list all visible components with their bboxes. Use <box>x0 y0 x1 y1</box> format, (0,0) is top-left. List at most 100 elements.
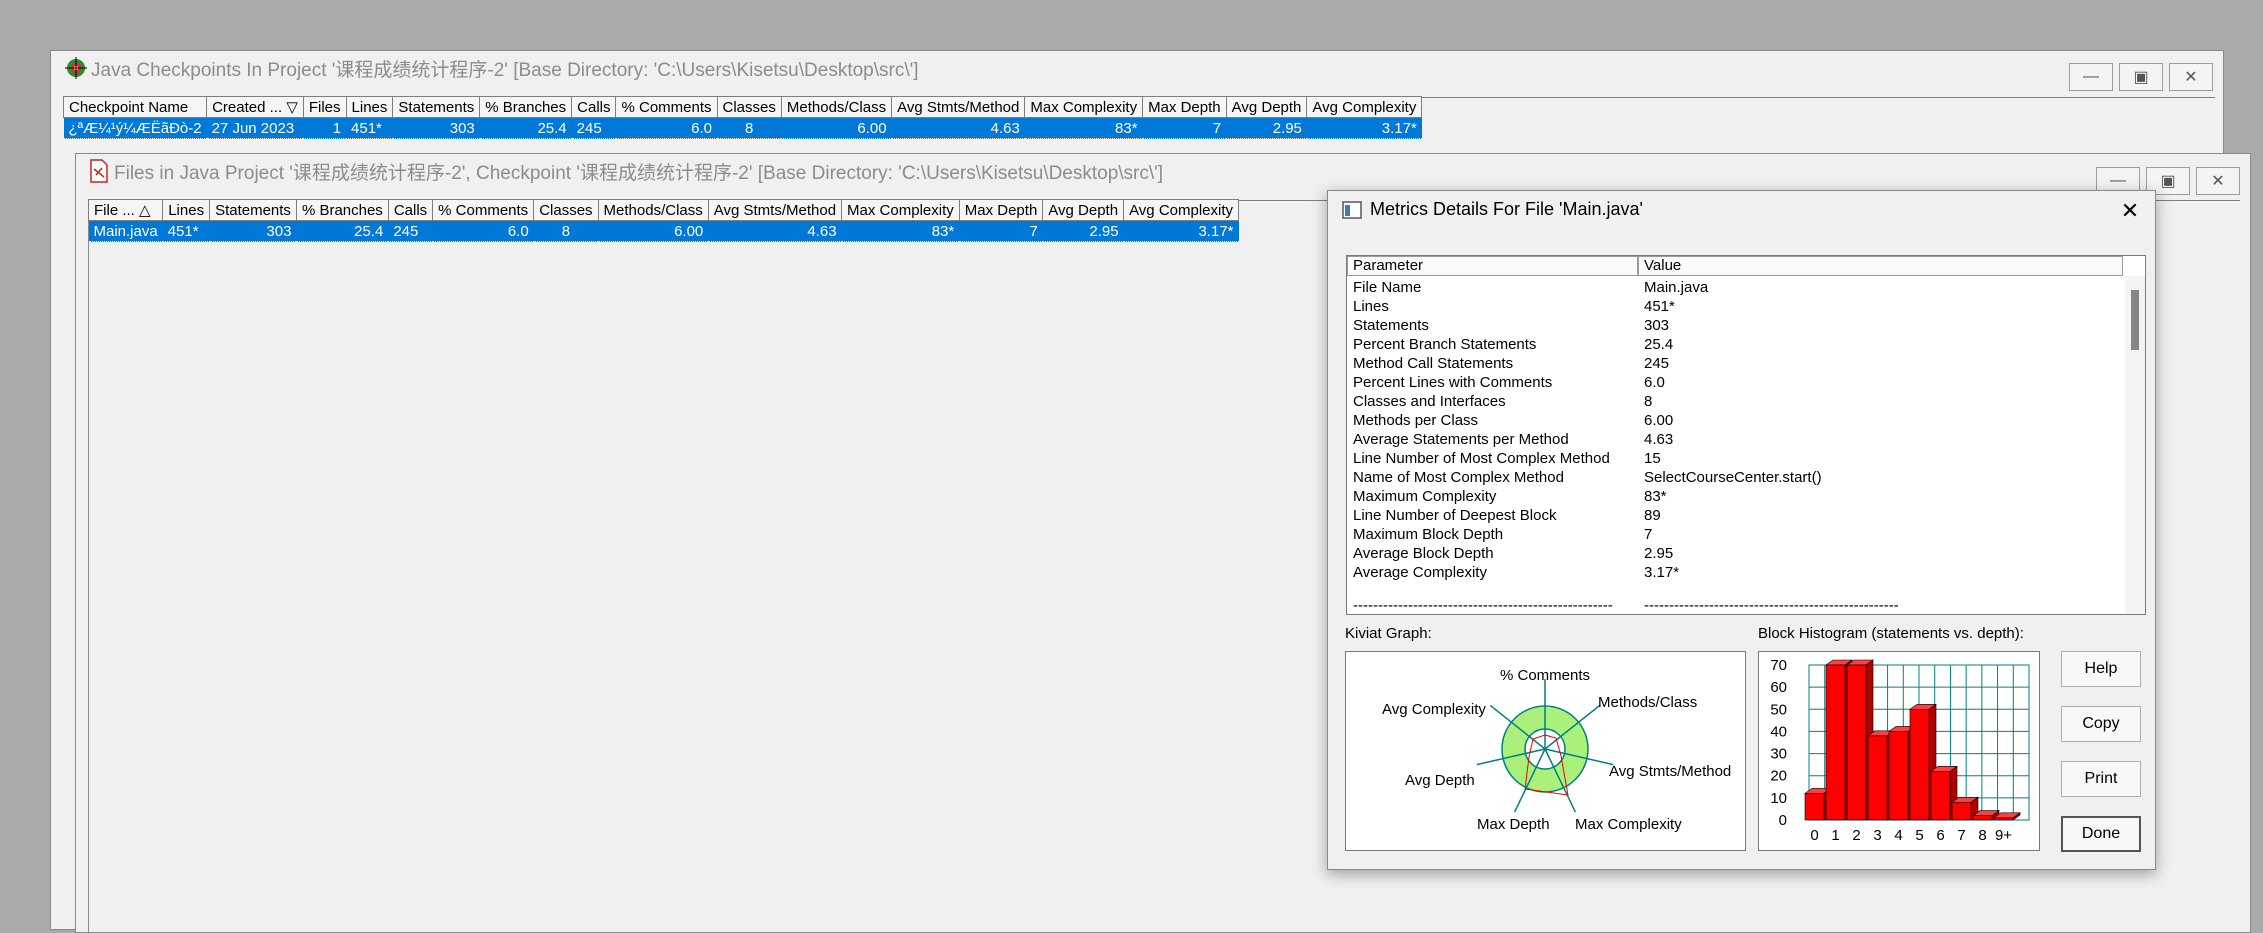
x-tick-label: 1 <box>1831 827 1839 844</box>
list-item[interactable]: Average Block Depth 2.95 <box>1353 544 1673 563</box>
metric-parameter: Average Statements per Method <box>1353 431 1569 448</box>
col-comments[interactable]: % Comments <box>615 96 718 118</box>
list-item[interactable]: File Name Main.java <box>1353 278 1708 297</box>
col-avg-complexity[interactable]: Avg Complexity <box>1123 199 1240 221</box>
files-header-row: File ... △ Lines Statements % Branches C… <box>87 199 1240 221</box>
x-tick-label: 7 <box>1957 827 1965 844</box>
metric-value: 15 <box>1644 450 1661 467</box>
col-avg-stmts[interactable]: Avg Stmts/Method <box>891 96 1026 118</box>
list-item[interactable]: Lines 451* <box>1353 297 1675 316</box>
col-statements[interactable]: Statements <box>392 96 481 118</box>
cell: 25.4 <box>479 117 572 139</box>
y-tick-label: 30 <box>1770 746 1787 763</box>
print-button[interactable]: Print <box>2061 761 2141 797</box>
cell: 303 <box>209 220 297 242</box>
document-icon <box>90 159 108 183</box>
col-lines[interactable]: Lines <box>345 96 394 118</box>
metric-parameter: Name of Most Complex Method <box>1353 469 1564 486</box>
cell: 8 <box>717 117 782 139</box>
cell: 7 <box>1142 117 1227 139</box>
list-item[interactable]: Classes and Interfaces 8 <box>1353 392 1652 411</box>
cell: 6.00 <box>598 220 709 242</box>
list-item[interactable]: Name of Most Complex Method SelectCourseC… <box>1353 468 1822 487</box>
col-max-depth[interactable]: Max Depth <box>1142 96 1227 118</box>
y-tick-label: 0 <box>1779 812 1787 829</box>
col-avg-stmts[interactable]: Avg Stmts/Method <box>707 199 843 221</box>
col-methods-class[interactable]: Methods/Class <box>780 96 893 118</box>
kiviat-axis-label: Max Complexity <box>1575 816 1682 833</box>
kiviat-label: Kiviat Graph: <box>1345 625 1432 642</box>
list-item[interactable]: Methods per Class 6.00 <box>1353 411 1673 430</box>
col-checkpoint-name[interactable]: Checkpoint Name <box>62 96 208 118</box>
col-branches[interactable]: % Branches <box>479 96 573 118</box>
dialog-close-button[interactable]: ✕ <box>2115 196 2145 226</box>
vertical-scrollbar[interactable] <box>2125 276 2145 614</box>
cell: 2.95 <box>1226 117 1307 139</box>
list-item[interactable]: Percent Branch Statements 25.4 <box>1353 335 1673 354</box>
col-classes[interactable]: Classes <box>716 96 782 118</box>
col-lines[interactable]: Lines <box>162 199 211 221</box>
kiviat-axis-label: Avg Stmts/Method <box>1609 763 1731 780</box>
table-row[interactable]: Main.java 451* 303 25.4 245 6.0 8 6.00 4… <box>88 220 1239 242</box>
close-button[interactable]: ✕ <box>2169 63 2213 91</box>
col-avg-complexity[interactable]: Avg Complexity <box>1306 96 1423 118</box>
col-avg-depth[interactable]: Avg Depth <box>1225 96 1308 118</box>
value-column-header[interactable]: Value <box>1638 256 2123 276</box>
histogram-bar <box>1951 801 1972 821</box>
metric-parameter: Maximum Block Depth <box>1353 526 1504 543</box>
cell: 8 <box>533 220 599 242</box>
col-statements[interactable]: Statements <box>209 199 297 221</box>
col-files[interactable]: Files <box>302 96 347 118</box>
parameter-column-header[interactable]: Parameter <box>1347 256 1638 276</box>
table-row[interactable]: ¿ªÆ¼¹ý¼ÆËãÐò-2 27 Jun 2023 1 451* 303 25… <box>63 117 1422 139</box>
col-calls[interactable]: Calls <box>387 199 434 221</box>
metrics-list[interactable]: Parameter Value File Name Main.java Lines 4… <box>1346 255 2146 615</box>
done-button[interactable]: Done <box>2061 816 2141 852</box>
list-item[interactable]: Average Complexity 3.17* <box>1353 563 1679 582</box>
col-comments[interactable]: % Comments <box>432 199 535 221</box>
histogram-bar <box>1846 664 1867 821</box>
metrics-details-dialog: Metrics Details For File 'Main.java' ✕ P… <box>1327 190 2156 870</box>
maximize-button[interactable]: ▣ <box>2119 63 2163 91</box>
col-file[interactable]: File ... △ <box>87 199 164 221</box>
minimize-button[interactable]: — <box>2069 63 2113 91</box>
help-button[interactable]: Help <box>2061 651 2141 687</box>
list-item[interactable]: Maximum Block Depth 7 <box>1353 525 1652 544</box>
col-max-complexity[interactable]: Max Complexity <box>841 199 960 221</box>
list-item[interactable]: Average Statements per Method 4.63 <box>1353 430 1673 449</box>
metric-value: 4.63 <box>1644 431 1674 448</box>
metric-parameter: Average Block Depth <box>1353 545 1494 562</box>
close-button[interactable]: ✕ <box>2196 167 2240 195</box>
copy-button[interactable]: Copy <box>2061 706 2141 742</box>
checkpoints-header-row: Checkpoint Name Created ... ▽ Files Line… <box>62 96 1423 118</box>
metric-parameter: Maximum Complexity <box>1353 488 1497 505</box>
list-item[interactable]: Statements 303 <box>1353 316 1669 335</box>
list-item[interactable]: Line Number of Deepest Block 89 <box>1353 506 1661 525</box>
metric-parameter: Percent Lines with Comments <box>1353 374 1553 391</box>
col-branches[interactable]: % Branches <box>295 199 389 221</box>
list-item[interactable]: Maximum Complexity 83* <box>1353 487 1667 506</box>
y-tick-label: 50 <box>1770 701 1787 718</box>
histogram-bar <box>1930 770 1951 821</box>
x-tick-label: 4 <box>1894 827 1902 844</box>
metric-value: 451* <box>1644 298 1675 315</box>
kiviat-svg: % Comments Methods/Class Avg Stmts/Metho… <box>1382 667 1731 833</box>
dialog-titlebar: Metrics Details For File 'Main.java' <box>1342 199 1643 220</box>
col-created[interactable]: Created ... ▽ <box>206 96 304 118</box>
kiviat-axis-label: Methods/Class <box>1598 694 1697 711</box>
col-max-complexity[interactable]: Max Complexity <box>1024 96 1144 118</box>
x-tick-label: 5 <box>1915 827 1923 844</box>
col-methods-class[interactable]: Methods/Class <box>597 199 709 221</box>
metrics-list-header: Parameter Value <box>1347 256 2123 276</box>
list-item[interactable]: Method Call Statements 245 <box>1353 354 1669 373</box>
scrollbar-thumb[interactable] <box>2131 290 2139 350</box>
metric-value: 2.95 <box>1644 545 1674 562</box>
col-calls[interactable]: Calls <box>571 96 617 118</box>
metric-parameter: File Name <box>1353 279 1422 296</box>
col-classes[interactable]: Classes <box>533 199 599 221</box>
cell: 451* <box>162 220 210 242</box>
col-max-depth[interactable]: Max Depth <box>958 199 1044 221</box>
list-item[interactable]: Percent Lines with Comments 6.0 <box>1353 373 1665 392</box>
col-avg-depth[interactable]: Avg Depth <box>1042 199 1125 221</box>
list-item[interactable]: Line Number of Most Complex Method 15 <box>1353 449 1661 468</box>
